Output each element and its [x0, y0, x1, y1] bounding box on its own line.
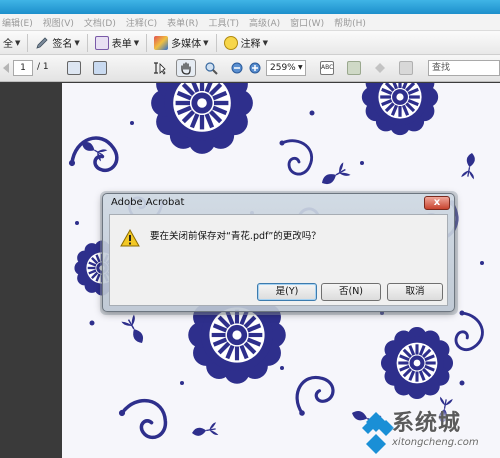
forms-button[interactable]: 表单 ▼: [92, 33, 142, 53]
multimedia-label: 多媒体: [171, 39, 202, 50]
page-number-input[interactable]: 1: [13, 60, 33, 76]
page-count: / 1: [37, 62, 49, 72]
menu-forms[interactable]: 表单(R): [167, 16, 198, 29]
flower-motif: [151, 83, 253, 154]
dialog-message: 要在关闭前保存对“青花.pdf”的更改吗？: [150, 231, 321, 242]
chevron-down-icon: ▼: [15, 38, 21, 47]
fit-width-icon[interactable]: [92, 59, 108, 77]
swirl-motif: [279, 139, 313, 176]
menu-help[interactable]: 帮助(H): [334, 16, 366, 29]
menu-advanced[interactable]: 高级(A): [249, 16, 280, 29]
comment-button[interactable]: 注释 ▼: [221, 33, 271, 53]
pen-icon: [35, 36, 49, 50]
zoom-out-icon[interactable]: [230, 59, 244, 77]
yes-button[interactable]: 是(Y): [257, 283, 317, 301]
save-changes-dialog: Adobe Acrobat x 要在关闭前保存对“青花.pdf”的更改吗？ 是(…: [102, 193, 455, 312]
hand-tool-icon[interactable]: [176, 59, 196, 77]
menu-view[interactable]: 视图(V): [43, 16, 74, 29]
window-titlebar: [0, 0, 500, 14]
sign-button[interactable]: 签名 ▼: [32, 33, 82, 53]
menu-document[interactable]: 文档(D): [84, 16, 116, 29]
swirl-motif: [68, 136, 119, 173]
sign-label: 签名: [52, 39, 73, 50]
cancel-button[interactable]: 取消: [387, 283, 443, 301]
dialog-title: Adobe Acrobat: [111, 197, 185, 208]
menu-comments[interactable]: 注释(C): [126, 16, 157, 29]
menu-bar: 编辑(E) 视图(V) 文档(D) 注释(C) 表单(R) 工具(T) 高级(A…: [0, 14, 500, 31]
combine-label: 全: [3, 39, 13, 50]
multimedia-button[interactable]: 多媒体 ▼: [151, 33, 211, 53]
menu-window[interactable]: 窗口(W): [290, 16, 324, 29]
leaf-motif: [121, 314, 144, 343]
fit-page-icon[interactable]: [66, 59, 82, 77]
warning-icon: [120, 229, 140, 247]
close-icon[interactable]: x: [424, 196, 450, 210]
toolbar-divider: [215, 33, 217, 52]
document-pane-gutter: [0, 83, 62, 458]
menu-tools[interactable]: 工具(T): [208, 16, 239, 29]
find-input[interactable]: 查找: [428, 60, 500, 76]
previous-page-icon[interactable]: [1, 59, 11, 77]
chevron-down-icon: ▼: [74, 38, 80, 47]
select-text-icon[interactable]: [152, 59, 168, 77]
leaf-motif: [322, 162, 351, 185]
marquee-zoom-icon[interactable]: [203, 59, 219, 77]
comment-label: 注释: [240, 39, 261, 50]
multimedia-icon: [154, 35, 169, 50]
toolbar-divider: [146, 33, 148, 52]
dialog-body: 要在关闭前保存对“青花.pdf”的更改吗？ 是(Y) 否(N) 取消: [109, 214, 448, 306]
review-icon[interactable]: [346, 59, 362, 77]
chevron-down-icon[interactable]: ▼: [298, 64, 303, 71]
forms-label: 表单: [111, 39, 132, 50]
chevron-down-icon: ▼: [262, 38, 268, 47]
menu-edit[interactable]: 编辑(E): [2, 16, 33, 29]
toolbar-divider: [27, 33, 29, 52]
toolbar-divider: [86, 33, 88, 52]
swirl-motif: [118, 398, 168, 440]
zoom-in-icon[interactable]: [248, 59, 262, 77]
form-icon: [94, 35, 109, 50]
leaf-motif: [192, 422, 219, 436]
watermark-text: 系统城: [392, 411, 462, 436]
bookmark-icon[interactable]: [398, 59, 414, 77]
no-button[interactable]: 否(N): [321, 283, 381, 301]
tasks-toolbar: 全 ▼ 签名 ▼ 表单 ▼ 多媒体 ▼ 注释 ▼: [0, 31, 500, 55]
tag-icon[interactable]: [372, 59, 388, 77]
comment-icon: [223, 35, 238, 50]
chevron-down-icon: ▼: [133, 38, 140, 47]
leaf-motif: [461, 153, 475, 180]
navigation-toolbar: 1 / 1 259% ▼ ABC 查找: [0, 55, 500, 82]
flower-motif: [361, 83, 439, 136]
flower-motif: [380, 326, 454, 400]
swirl-motif: [295, 375, 335, 416]
watermark-url: xitongcheng.com: [392, 437, 479, 448]
chevron-down-icon: ▼: [203, 38, 209, 47]
spell-check-icon[interactable]: ABC: [318, 59, 336, 77]
combine-button[interactable]: 全 ▼: [0, 33, 23, 53]
